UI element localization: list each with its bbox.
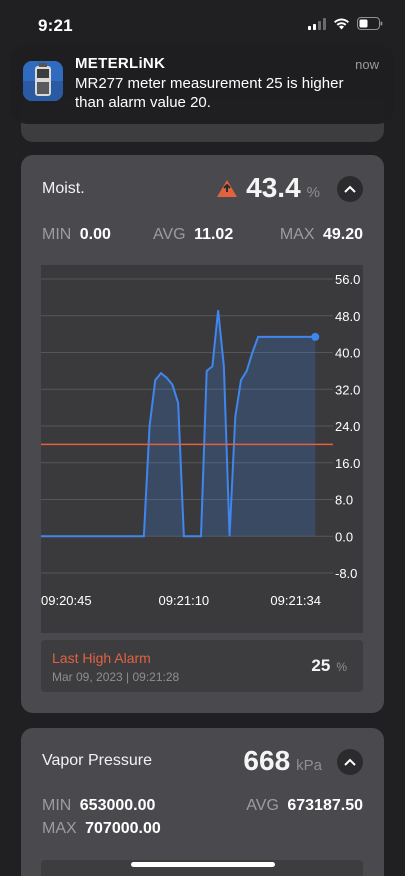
- last-alarm-date: Mar 09, 2023 | 09:21:28: [52, 670, 180, 684]
- min-label: MIN: [42, 226, 72, 243]
- avg-value: 11.02: [194, 226, 234, 243]
- status-icons: [308, 17, 383, 30]
- collapse-vapor-button[interactable]: [337, 749, 363, 775]
- push-notification[interactable]: METERLiNK now MR277 meter measurement 25…: [10, 44, 395, 124]
- vapor-value: 668: [243, 745, 291, 776]
- meter-app-icon: [23, 61, 63, 101]
- y-tick-label: 24.0: [335, 419, 360, 434]
- notification-app-name: METERLiNK: [75, 55, 166, 72]
- moisture-chart-svg: 56.0 48.0 40.0 32.0 24.0 16.0 8.0 0.0 -8.0 09:20:…: [41, 272, 360, 608]
- x-tick-label: 09:21:10: [159, 593, 210, 608]
- moisture-value: 43.4: [246, 172, 301, 203]
- moisture-reading: 43.4 %: [216, 172, 320, 204]
- vapor-avg: AVG 673187.50: [246, 797, 363, 815]
- y-tick-label: 32.0: [335, 382, 360, 397]
- status-time: 9:21: [38, 16, 73, 35]
- last-alarm-label: Last High Alarm: [52, 650, 151, 666]
- home-indicator[interactable]: [131, 862, 275, 867]
- collapse-moisture-button[interactable]: [337, 176, 363, 202]
- min-value: 653000.00: [79, 797, 156, 814]
- status-bar: 9:21: [0, 0, 405, 50]
- moisture-max: MAX 49.20: [280, 226, 363, 244]
- vapor-unit: kPa: [296, 757, 322, 774]
- notification-time: now: [355, 57, 379, 72]
- max-label: MAX: [42, 820, 77, 837]
- y-tick-label: 0.0: [335, 529, 353, 544]
- y-tick-label: 48.0: [335, 309, 360, 324]
- vapor-reading: 668 kPa: [243, 745, 322, 777]
- avg-value: 673187.50: [287, 797, 363, 814]
- chevron-up-icon: [344, 185, 356, 193]
- moisture-chart[interactable]: 56.0 48.0 40.0 32.0 24.0 16.0 8.0 0.0 -8.0 09:20:…: [41, 265, 363, 633]
- vapor-pressure-card: Vapor Pressure 668 kPa MIN 653000.00 AVG…: [21, 728, 384, 876]
- avg-label: AVG: [153, 226, 186, 243]
- moisture-unit: %: [306, 184, 320, 201]
- notification-message: MR277 meter measurement 25 is higher tha…: [75, 75, 344, 111]
- y-tick-label: 40.0: [335, 346, 360, 361]
- y-tick-label: 8.0: [335, 493, 353, 508]
- moisture-card: Moist. 43.4 % MIN 0.00 AVG 11.02 MAX 49.…: [21, 155, 384, 713]
- max-value: 707000.00: [85, 820, 161, 837]
- y-tick-label: 56.0: [335, 272, 360, 287]
- battery-icon: [357, 17, 383, 30]
- moisture-title: Moist.: [42, 180, 85, 197]
- last-alarm-panel: Last High Alarm Mar 09, 2023 | 09:21:28 …: [41, 640, 363, 692]
- moisture-min: MIN 0.00: [42, 226, 111, 244]
- last-alarm-value-wrap: 25%: [311, 656, 347, 676]
- moisture-avg: AVG 11.02: [153, 226, 233, 244]
- vapor-min: MIN 653000.00: [42, 797, 155, 815]
- vapor-max: MAX 707000.00: [42, 820, 161, 838]
- warning-triangle-icon: [217, 179, 238, 197]
- last-alarm-value: 25: [311, 656, 331, 675]
- x-tick-label: 09:20:45: [41, 593, 92, 608]
- moisture-last-point: [311, 332, 320, 341]
- y-tick-label: 16.0: [335, 456, 360, 471]
- max-value: 49.20: [322, 226, 363, 243]
- avg-label: AVG: [246, 797, 279, 814]
- chevron-up-icon: [344, 758, 356, 766]
- vapor-title: Vapor Pressure: [42, 752, 152, 769]
- last-alarm-unit: %: [336, 660, 347, 674]
- wifi-icon: [334, 18, 349, 29]
- cellular-signal-icon: [308, 17, 326, 30]
- x-tick-label: 09:21:34: [270, 593, 321, 608]
- min-value: 0.00: [79, 226, 111, 243]
- min-label: MIN: [42, 797, 72, 814]
- y-tick-label: -8.0: [335, 566, 357, 581]
- max-label: MAX: [279, 226, 315, 243]
